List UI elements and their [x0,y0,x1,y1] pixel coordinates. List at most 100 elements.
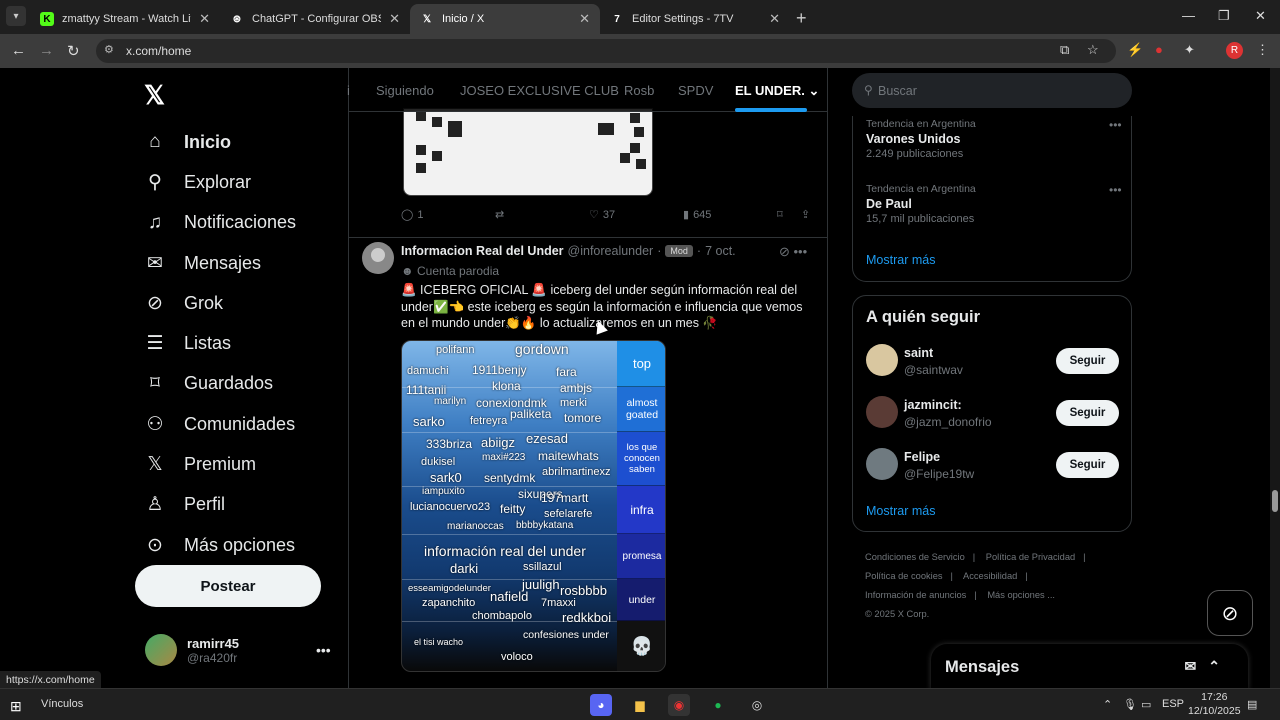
spotify-icon[interactable]: ● [707,694,729,716]
browser-tab-chatgpt[interactable]: ⊛ ChatGPT - Configurar OBS para ✕ [220,4,410,34]
footer-link[interactable]: Política de Privacidad [986,552,1075,562]
account-switcher[interactable]: ramirr45 @ra420fr [145,634,239,666]
address-bar[interactable]: x.com/home [96,39,1116,63]
tweet-author-name[interactable]: Informacion Real del Under [401,244,564,258]
nav-item-premium[interactable]: 𝕏 Premium [144,444,296,484]
footer-link[interactable]: Más opciones ... [987,590,1055,600]
nav-item-inicio[interactable]: ⌂ Inicio [144,122,296,162]
iceberg-image[interactable]: polifann gordown damuchi 1911benjy fara 111ta… [401,340,666,672]
repost-button[interactable]: ⇄ [495,208,504,221]
back-icon[interactable]: ← [11,42,26,59]
nav-item-grok[interactable]: ⊘ Grok [144,283,296,323]
nav-item-mensajes[interactable]: ✉ Mensajes [144,243,296,283]
nav-item-notificaciones[interactable]: ♫ Notificaciones [144,203,296,243]
profile-avatar[interactable]: R [1226,42,1243,59]
network-icon[interactable]: ▭ [1141,698,1151,711]
nav-item-explorar[interactable]: ⚲ Explorar [144,162,296,202]
tab-search-button[interactable]: ▾ [6,6,26,26]
install-app-icon[interactable]: ⧉ [1060,42,1069,58]
messages-drawer[interactable]: Mensajes ✉⌃ [931,644,1248,688]
browser-menu-icon[interactable]: ⋮ [1256,42,1269,58]
site-info-icon[interactable]: ⚙ [104,43,114,56]
suggestion-name[interactable]: jazmincit: [904,398,962,412]
suggestion-avatar[interactable] [866,396,898,428]
close-window-icon[interactable]: ✕ [1255,8,1266,24]
reply-button[interactable]: ◯ 1 [401,208,423,222]
nav-item-perfil[interactable]: ♙ Perfil [144,485,296,525]
new-tab-icon[interactable]: + [796,8,807,29]
tray-chevron-icon[interactable]: ⌃ [1103,698,1112,711]
tab-partial[interactable]: i [347,83,350,98]
follow-button[interactable]: Seguir [1056,400,1119,426]
search-input[interactable]: Buscar [852,73,1132,108]
close-tab-icon[interactable]: ✕ [769,11,780,27]
footer-link[interactable]: Política de cookies [865,571,943,581]
suggestion-avatar[interactable] [866,448,898,480]
follow-suggestion[interactable]: saint @saintwav Seguir [866,344,1120,378]
browser-tab-kick[interactable]: K zmattyy Stream - Watch Live on ✕ [30,4,220,34]
trend-item[interactable]: Tendencia en Argentina De Paul 15,7 mil … [866,183,976,225]
tab-el-under[interactable]: EL UNDER. ⌄ [735,83,819,99]
close-tab-icon[interactable]: ✕ [199,11,210,27]
scrollbar-thumb[interactable] [1272,490,1278,512]
nav-item-listas[interactable]: ☰ Listas [144,323,296,363]
nav-item-mas-opciones[interactable]: ⊙ Más opciones [144,525,296,565]
follow-suggestion[interactable]: Felipe @Felipe19tw Seguir [866,448,1120,482]
extensions-puzzle-icon[interactable]: ✦ [1184,42,1195,58]
reload-icon[interactable]: ↻ [67,42,80,60]
like-button[interactable]: ♡ 37 [589,208,615,222]
new-message-icon[interactable]: ✉⌃ [1185,658,1232,675]
tab-rosb[interactable]: Rosb [624,83,654,98]
grok-fab-icon[interactable]: ⊘ [1207,590,1253,636]
tweet-more-icon[interactable]: ⊘ ••• [779,244,807,260]
minimize-icon[interactable]: — [1182,8,1195,23]
chrome-icon[interactable]: ◉ [668,694,690,716]
browser-tab-7tv[interactable]: 7 Editor Settings - 7TV ✕ [600,4,790,34]
follow-button[interactable]: Seguir [1056,452,1119,478]
share-button[interactable]: ⇪ [801,208,810,221]
maximize-icon[interactable]: ❐ [1218,8,1230,24]
language-indicator[interactable]: ESP [1162,698,1184,710]
post-button[interactable]: Postear [135,565,321,607]
nav-item-comunidades[interactable]: ⚇ Comunidades [144,404,296,444]
bookmark-star-icon[interactable]: ☆ [1087,42,1099,58]
x-logo-icon[interactable]: 𝕏 [144,80,165,111]
close-tab-icon[interactable]: ✕ [389,11,400,27]
bookmark-button[interactable]: ⌑ [777,208,783,221]
trend-item[interactable]: Tendencia en Argentina Varones Unidos 2.… [866,118,976,160]
follow-button[interactable]: Seguir [1056,348,1119,374]
previous-post-image[interactable] [403,108,653,196]
tweet-author-avatar[interactable] [362,242,394,274]
tab-siguiendo[interactable]: Siguiendo [376,83,434,98]
obs-icon[interactable]: ◎ [746,694,768,716]
suggestion-avatar[interactable] [866,344,898,376]
microphone-icon[interactable]: 🎙 [1123,698,1137,711]
discord-icon[interactable]: ◕ [590,694,612,716]
clock[interactable]: 17:26 12/10/2025 [1188,690,1241,718]
nav-item-guardados[interactable]: ⌑ Guardados [144,364,296,404]
taskbar-links-label[interactable]: Vínculos [41,698,83,710]
trend-more-icon[interactable]: ••• [1109,118,1122,132]
footer-link[interactable]: Condiciones de Servicio [865,552,965,562]
footer-link[interactable]: Accesibilidad [963,571,1017,581]
windows-start-icon[interactable]: ⊞ [10,698,22,715]
page-scrollbar[interactable] [1270,68,1280,688]
file-explorer-icon[interactable]: ▆ [629,694,651,716]
views-button[interactable]: ▮ 645 [683,208,711,222]
follow-suggestion[interactable]: jazmincit: @jazm_donofrio Seguir [866,396,1120,430]
trends-show-more-link[interactable]: Mostrar más [866,253,935,267]
tab-spdv[interactable]: SPDV [678,83,713,98]
notifications-icon[interactable]: ▤ [1247,698,1257,711]
trend-more-icon[interactable]: ••• [1109,183,1122,197]
close-tab-icon[interactable]: ✕ [579,11,590,27]
tweet-date[interactable]: 7 oct. [705,244,736,258]
extension-icon[interactable]: ● [1155,42,1163,57]
account-more-icon[interactable]: ••• [316,642,331,658]
footer-link[interactable]: Información de anuncios [865,590,966,600]
7tv-extension-icon[interactable]: ⚡ [1127,42,1143,58]
follow-show-more-link[interactable]: Mostrar más [866,504,935,518]
browser-tab-x[interactable]: 𝕏 Inicio / X ✕ [410,4,600,34]
suggestion-name[interactable]: Felipe [904,450,940,464]
tab-joseo-exclusive-club[interactable]: JOSEO EXCLUSIVE CLUB [460,83,619,98]
url-text[interactable]: x.com/home [126,44,191,58]
